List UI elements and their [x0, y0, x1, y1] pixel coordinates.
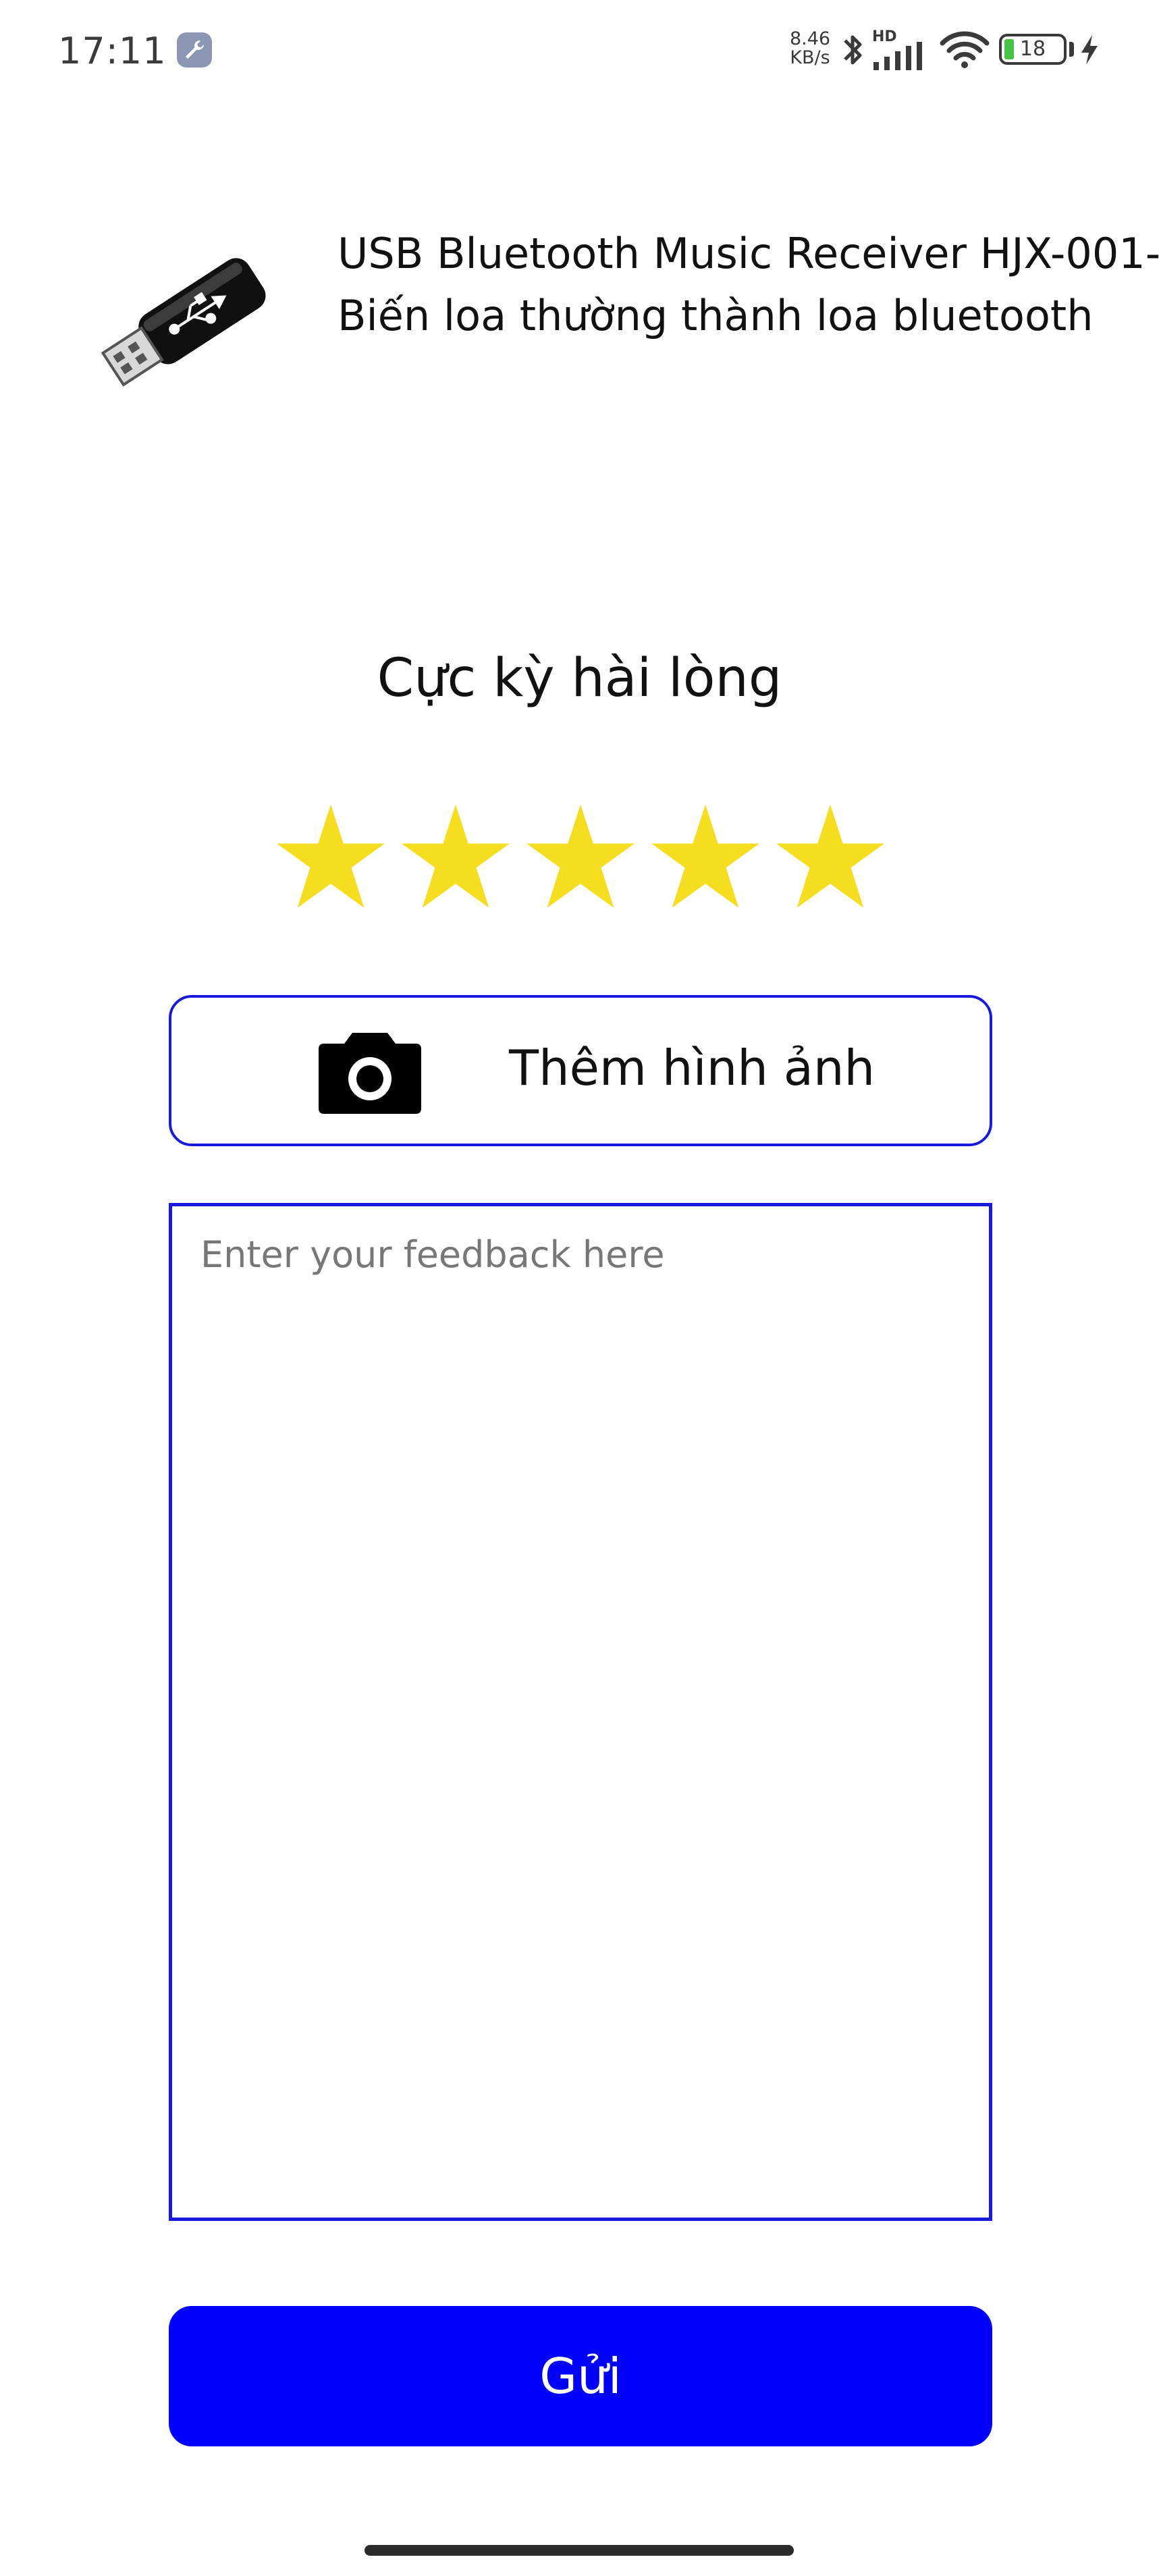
star-rating[interactable]: [273, 800, 888, 921]
star-icon-4[interactable]: [648, 800, 763, 915]
feedback-screen: 17:11 8.46 KB/s HD 18 USB Bluetooth Musi…: [0, 0, 1159, 2576]
battery-icon: 18: [999, 34, 1067, 65]
star-icon-3[interactable]: [523, 800, 638, 915]
battery-level: 18: [1019, 37, 1046, 61]
camera-icon: [319, 1033, 421, 1114]
star-icon-5[interactable]: [773, 800, 888, 915]
submit-button[interactable]: Gửi: [169, 2306, 992, 2446]
net-speed-value: 8.46: [789, 28, 831, 49]
wrench-icon: [177, 32, 212, 68]
wifi-icon: [940, 31, 990, 68]
star-icon-2[interactable]: [398, 800, 513, 915]
add-photo-label: Thêm hình ảnh: [509, 1040, 875, 1096]
feedback-input[interactable]: [169, 1203, 992, 2221]
rating-label: Cực kỳ hài lòng: [377, 648, 782, 709]
net-speed: 8.46 KB/s: [783, 30, 837, 68]
status-time: 17:11: [58, 30, 167, 72]
usb-dongle-icon: [101, 258, 266, 387]
status-bar: 17:11 8.46 KB/s HD 18: [0, 0, 1159, 101]
product-title: USB Bluetooth Music Receiver HJX-001- Bi…: [338, 229, 1159, 340]
signal-icon: HD: [872, 28, 933, 70]
product-header: USB Bluetooth Music Receiver HJX-001- Bi…: [95, 223, 1159, 425]
net-speed-unit: KB/s: [790, 47, 830, 68]
charging-icon: [1081, 35, 1098, 65]
battery-tip: [1069, 42, 1074, 57]
bluetooth-icon: [844, 35, 862, 65]
home-indicator[interactable]: [365, 2545, 794, 2556]
star-icon-1[interactable]: [273, 800, 388, 915]
add-photo-button[interactable]: Thêm hình ảnh: [169, 995, 992, 1146]
